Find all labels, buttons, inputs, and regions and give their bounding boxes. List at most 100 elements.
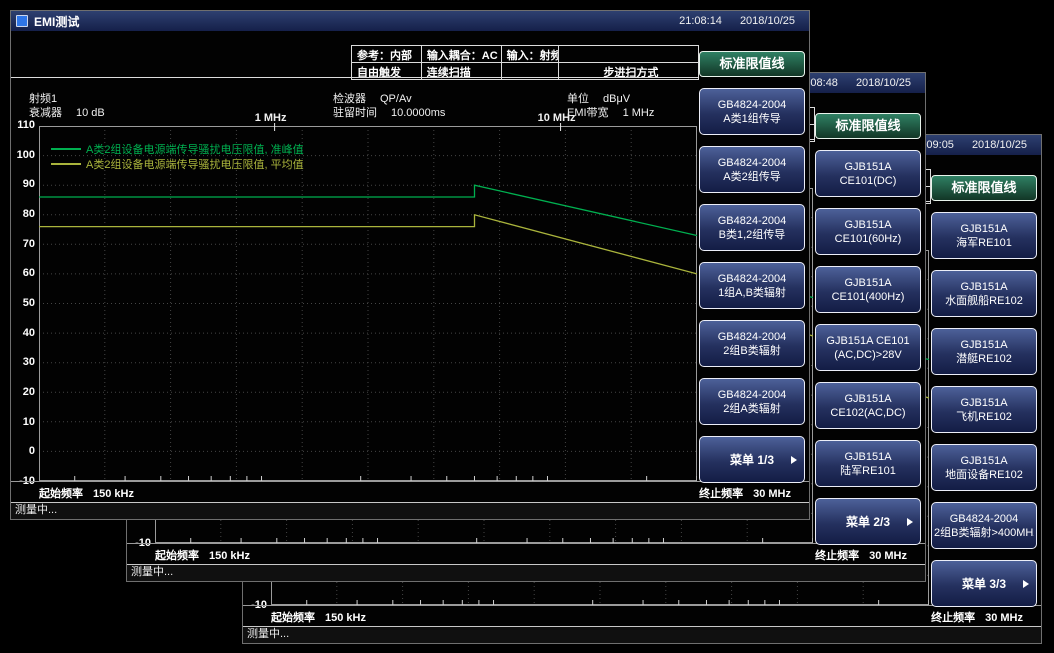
y-axis-tick-label: 0 — [11, 446, 35, 457]
limit-line-softkey[interactable]: GJB151A 海军RE101 — [931, 212, 1037, 259]
limit-line-softkey[interactable]: GJB151A 潜艇RE102 — [931, 328, 1037, 375]
stop-frequency-value: 30 MHz — [985, 612, 1023, 624]
emi-analyzer-window: EMI测试 21:08:14 2018/10/25 参考：内部 输入耦合：AC … — [10, 10, 810, 520]
limit-line-softkey[interactable]: GJB151A 地面设备RE102 — [931, 444, 1037, 491]
status-header-row: 参考：内部 输入耦合：AC 输入：射频 — [352, 46, 699, 63]
softkey-line2: A类1组传导 — [723, 112, 780, 126]
softkey-line1: GB4824-2004 — [718, 214, 787, 228]
softkey-line1: GJB151A — [844, 276, 891, 290]
limit-line-softkey[interactable]: GB4824-2004 A类2组传导 — [699, 146, 805, 193]
limit-line-softkey[interactable]: GJB151A 陆军RE101 — [815, 440, 921, 487]
menu-page-softkey[interactable]: 菜单 1/3 — [699, 436, 805, 483]
softkey-line2: 陆军RE101 — [840, 464, 896, 478]
softkey-panel: 标准限值线 GB4824-2004 A类1组传导 GB4824-2004 A类2… — [699, 33, 805, 483]
limit-line-softkey[interactable]: GB4824-2004 2组A类辐射 — [699, 378, 805, 425]
limit-line-softkey[interactable]: GJB151A CE101(DC) — [815, 150, 921, 197]
limit-line-softkey[interactable]: GB4824-2004 B类1,2组传导 — [699, 204, 805, 251]
softkey-line2: 水面舰船RE102 — [945, 294, 1023, 308]
menu-page-label: 菜单 3/3 — [962, 577, 1006, 591]
title-bar[interactable]: EMI测试 21:08:14 2018/10/25 — [11, 11, 809, 31]
frequency-range-row: 起始频率150 kHz 终止频率30 MHz — [271, 609, 1023, 625]
limit-line-menu-title: 标准限值线 — [815, 113, 921, 139]
start-frequency-readout: 起始频率 150 kHz — [271, 609, 366, 625]
frequency-range-row: 起始频率 150 kHz 终止频率30 MHz — [155, 547, 907, 563]
limit-line-softkey[interactable]: GJB151A CE101(400Hz) — [815, 266, 921, 313]
window-title: EMI测试 — [34, 13, 673, 30]
status-bar: 测量中... — [11, 502, 809, 519]
legend-line-swatch — [51, 163, 81, 165]
legend-line-swatch — [51, 148, 81, 150]
softkey-line2: A类2组传导 — [723, 170, 780, 184]
softkey-line2: B类1,2组传导 — [719, 228, 786, 242]
header-divider — [11, 77, 699, 78]
start-frequency-label: 起始频率 — [155, 550, 199, 562]
menu-page-label: 菜单 2/3 — [846, 515, 890, 529]
softkey-line2: 潜艇RE102 — [956, 352, 1012, 366]
softkey-line1: GJB151A — [960, 338, 1007, 352]
limit-line-softkey[interactable]: GJB151A 飞机RE102 — [931, 386, 1037, 433]
stop-frequency-readout: 终止频率30 MHz — [699, 485, 791, 501]
softkey-line2: CE101(400Hz) — [832, 290, 905, 304]
y-axis-tick-label: 110 — [11, 120, 35, 131]
legend-label: A类2组设备电源端传导骚扰电压限值, 平均值 — [86, 156, 304, 172]
y-axis-tick-label: 80 — [11, 209, 35, 220]
ref-source-field: 参考：内部 — [352, 46, 422, 62]
limit-line-softkey[interactable]: GB4824-2004 2组B类辐射>400MHz — [931, 502, 1037, 549]
softkey-line2: CE101(DC) — [840, 174, 897, 188]
app-icon — [16, 15, 28, 27]
softkey-line1: GJB151A — [960, 396, 1007, 410]
softkey-line2: (AC,DC)>28V — [834, 348, 902, 362]
softkey-line1: GJB151A — [844, 450, 891, 464]
menu-page-label: 菜单 1/3 — [730, 453, 774, 467]
menu-page-softkey[interactable]: 菜单 3/3 — [931, 560, 1037, 607]
start-frequency-value: 150 kHz — [93, 488, 134, 500]
limit-line-softkey[interactable]: GJB151A CE102(AC,DC) — [815, 382, 921, 429]
plot-bottom-divider — [127, 543, 925, 544]
input-coupling-field: 输入耦合：AC — [422, 46, 502, 62]
y-axis-tick-label: 50 — [11, 298, 35, 309]
empty-cell — [559, 46, 699, 62]
limit-line-softkey[interactable]: GB4824-2004 1组A,B类辐射 — [699, 262, 805, 309]
measuring-status-text: 测量中... — [15, 504, 57, 516]
y-axis-tick-label: 90 — [11, 179, 35, 190]
softkey-line2: 2组B类辐射 — [723, 344, 780, 358]
limit-line-softkey[interactable]: GJB151A CE101 (AC,DC)>28V — [815, 324, 921, 371]
softkey-panel: 标准限值线 GJB151A CE101(DC) GJB151A CE101(60… — [815, 95, 921, 545]
softkey-line1: GB4824-2004 — [718, 156, 787, 170]
limit-line-menu-title: 标准限值线 — [931, 175, 1037, 201]
limit-line-softkey[interactable]: GJB151A CE101(60Hz) — [815, 208, 921, 255]
status-header-table: 参考：内部 输入耦合：AC 输入：射频 自由触发 连续扫描 步进扫方式 — [351, 45, 699, 80]
limit-line-softkey[interactable]: GB4824-2004 2组B类辐射 — [699, 320, 805, 367]
limit-line-softkey[interactable]: GJB151A 水面舰船RE102 — [931, 270, 1037, 317]
limit-line-legend: A类2组设备电源端传导骚扰电压限值, 准峰值 A类2组设备电源端传导骚扰电压限值… — [51, 142, 304, 171]
softkey-line1: GB4824-2004 — [950, 512, 1019, 526]
start-frequency-value: 150 kHz — [325, 612, 366, 624]
start-frequency-label: 起始频率 — [271, 612, 315, 624]
y-axis-tick-label: 60 — [11, 268, 35, 279]
softkey-line1: GJB151A — [960, 222, 1007, 236]
stop-frequency-readout: 终止频率30 MHz — [815, 547, 907, 563]
softkey-line2: 2组A类辐射 — [723, 402, 780, 416]
menu-page-softkey[interactable]: 菜单 2/3 — [815, 498, 921, 545]
softkey-line2: CE102(AC,DC) — [830, 406, 905, 420]
status-bar: 测量中... — [243, 626, 1041, 643]
start-frequency-value: 150 kHz — [209, 550, 250, 562]
softkey-line2: 飞机RE102 — [956, 410, 1012, 424]
limit-line-softkey[interactable]: GB4824-2004 A类1组传导 — [699, 88, 805, 135]
softkey-line1: GJB151A — [960, 454, 1007, 468]
y-axis-tick-label: 10 — [11, 417, 35, 428]
softkey-line2: 1组A,B类辐射 — [718, 286, 786, 300]
softkey-line2: CE101(60Hz) — [835, 232, 902, 246]
y-axis-tick-label: 100 — [11, 150, 35, 161]
submenu-arrow-icon — [1023, 580, 1029, 588]
plot-bottom-divider — [11, 481, 809, 482]
stop-frequency-label: 终止频率 — [699, 488, 743, 500]
softkey-line2: 地面设备RE102 — [945, 468, 1023, 482]
softkey-line1: GJB151A — [844, 160, 891, 174]
clock-time: 21:08:14 — [679, 15, 722, 27]
measuring-status-text: 测量中... — [247, 628, 289, 640]
softkey-line2: 2组B类辐射>400MHz — [934, 526, 1034, 540]
softkey-panel: 标准限值线 GJB151A 海军RE101 GJB151A 水面舰船RE102 … — [931, 157, 1037, 607]
submenu-arrow-icon — [791, 456, 797, 464]
y-axis-tick-label: 20 — [11, 387, 35, 398]
